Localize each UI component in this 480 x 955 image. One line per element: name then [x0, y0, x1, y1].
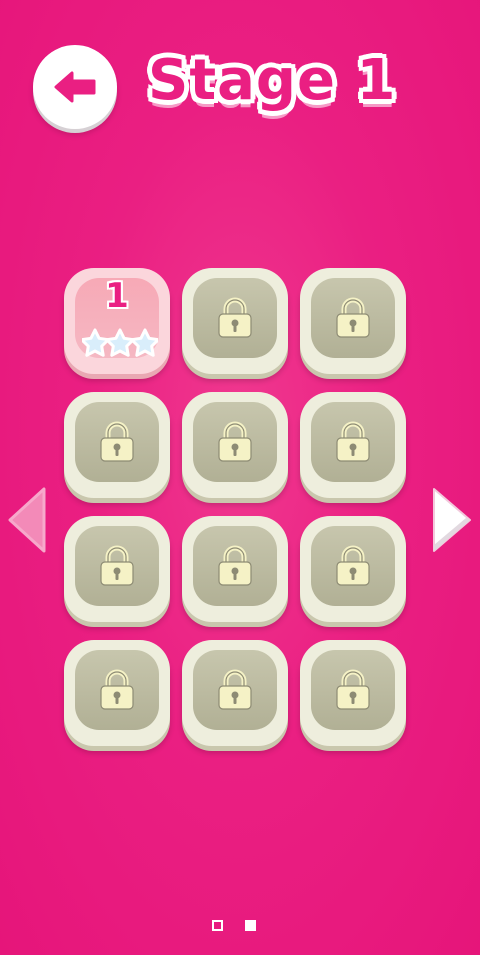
tile-face: [75, 526, 159, 606]
lock-icon: [218, 297, 252, 338]
level-tile-locked[interactable]: [64, 640, 170, 746]
lock-icon: [100, 421, 134, 462]
level-tile-locked[interactable]: [300, 640, 406, 746]
tile-face: [193, 526, 277, 606]
lock-icon: [336, 421, 370, 462]
level-tile-locked[interactable]: [182, 516, 288, 622]
level-tile-locked[interactable]: [300, 268, 406, 374]
level-tile-locked[interactable]: [300, 392, 406, 498]
star-rating: [82, 328, 158, 357]
level-tile-locked[interactable]: [64, 516, 170, 622]
page-indicator: [210, 920, 260, 934]
level-tile-locked[interactable]: [182, 268, 288, 374]
tile-face: [193, 402, 277, 482]
level-tile-locked[interactable]: [182, 392, 288, 498]
back-button[interactable]: [33, 45, 117, 129]
lock-icon: [336, 297, 370, 338]
tile-face: [311, 278, 395, 358]
lock-icon: [336, 669, 370, 710]
level-tile-locked[interactable]: [300, 516, 406, 622]
lock-icon: [336, 545, 370, 586]
level-tile-locked[interactable]: [64, 392, 170, 498]
previous-page-arrow[interactable]: [4, 485, 50, 555]
next-page-arrow[interactable]: [428, 485, 474, 555]
level-tile-1[interactable]: 1: [64, 268, 170, 374]
level-grid: 1: [64, 268, 416, 752]
page-dot-1[interactable]: [212, 920, 223, 931]
lock-icon: [218, 669, 252, 710]
star-icon: [82, 328, 110, 357]
star-icon: [130, 328, 158, 357]
page-dot-2[interactable]: [245, 920, 256, 931]
tile-face: [75, 650, 159, 730]
lock-icon: [218, 545, 252, 586]
tile-face: [193, 278, 277, 358]
stage-title: Stage 1: [148, 48, 397, 113]
tile-face: [311, 526, 395, 606]
level-tile-locked[interactable]: [182, 640, 288, 746]
lock-icon: [100, 545, 134, 586]
lock-icon: [218, 421, 252, 462]
level-number: 1: [105, 276, 129, 316]
star-icon: [105, 328, 135, 357]
tile-face: [75, 402, 159, 482]
arrow-left-icon: [54, 71, 96, 103]
tile-face: [193, 650, 277, 730]
tile-face: [311, 650, 395, 730]
tile-face: [311, 402, 395, 482]
lock-icon: [100, 669, 134, 710]
